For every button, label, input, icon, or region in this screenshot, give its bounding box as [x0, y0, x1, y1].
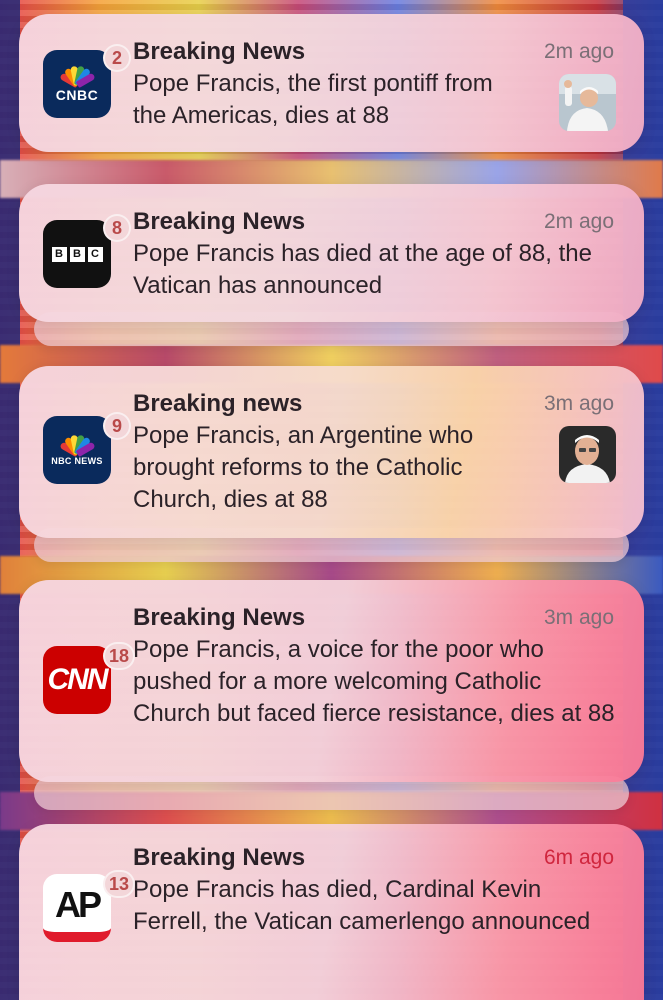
notification-title: Breaking News: [133, 208, 306, 235]
peacock-icon: [58, 65, 96, 89]
ap-logo-text: AP: [54, 884, 102, 925]
notification-time: 6m ago: [543, 846, 614, 869]
notification-time: 3m ago: [543, 392, 614, 415]
ap-app-icon: AP: [43, 874, 111, 942]
notification-count-badge: 9: [103, 412, 131, 440]
peacock-icon: [58, 434, 96, 458]
notification-title: Breaking News: [133, 844, 306, 871]
notification-body: Pope Francis, the first pontiff from the…: [133, 70, 493, 129]
notification-body: Pope Francis has died, Cardinal Kevin Fe…: [133, 876, 591, 935]
bbc-app-icon: B B C: [43, 220, 111, 288]
notification-count-badge: 13: [103, 870, 136, 898]
notification-body: Pope Francis, an Argentine who brought r…: [133, 422, 474, 513]
cnbc-logo-text: CNBC: [55, 87, 99, 103]
bbc-logo-letter: C: [87, 246, 103, 262]
notification-count-badge: 8: [103, 214, 131, 242]
bbc-logo-letter: B: [69, 246, 85, 262]
pope-portrait-thumbnail: [559, 426, 616, 483]
notification-nbc-news[interactable]: NBC NEWS 9 Breaking news 3m ago Pope Fra…: [19, 366, 644, 538]
notification-body: Pope Francis has died at the age of 88, …: [133, 240, 592, 299]
notification-title: Breaking news: [133, 390, 303, 417]
notification-title: Breaking News: [133, 38, 306, 65]
pope-waving-thumbnail: [559, 74, 616, 131]
notification-count-badge: 18: [103, 642, 136, 670]
cnn-logo-text: CNN: [47, 663, 109, 696]
nbc-news-app-icon: NBC NEWS: [43, 416, 111, 484]
notification-time: 2m ago: [543, 210, 614, 233]
cnn-app-icon: CNN: [43, 646, 111, 714]
notification-title: Breaking News: [133, 604, 306, 631]
notification-cnbc[interactable]: CNBC 2 Breaking News 2m ago Pope Francis…: [19, 14, 644, 152]
bbc-logo-letter: B: [51, 246, 67, 262]
notification-time: 3m ago: [543, 606, 614, 629]
bbc-logo: B B C: [51, 246, 103, 262]
notification-ap[interactable]: AP 13 Breaking News 6m ago Pope Francis …: [19, 824, 644, 1000]
cnbc-app-icon: CNBC: [43, 50, 111, 118]
notification-cnn[interactable]: CNN 18 Breaking News 3m ago Pope Francis…: [19, 580, 644, 782]
notification-body: Pope Francis, a voice for the poor who p…: [133, 636, 615, 727]
nbc-news-logo-text: NBC NEWS: [51, 456, 103, 466]
notification-time: 2m ago: [543, 40, 614, 63]
notification-count-badge: 2: [103, 44, 131, 72]
notification-bbc[interactable]: B B C 8 Breaking News 2m ago Pope Franci…: [19, 184, 644, 322]
